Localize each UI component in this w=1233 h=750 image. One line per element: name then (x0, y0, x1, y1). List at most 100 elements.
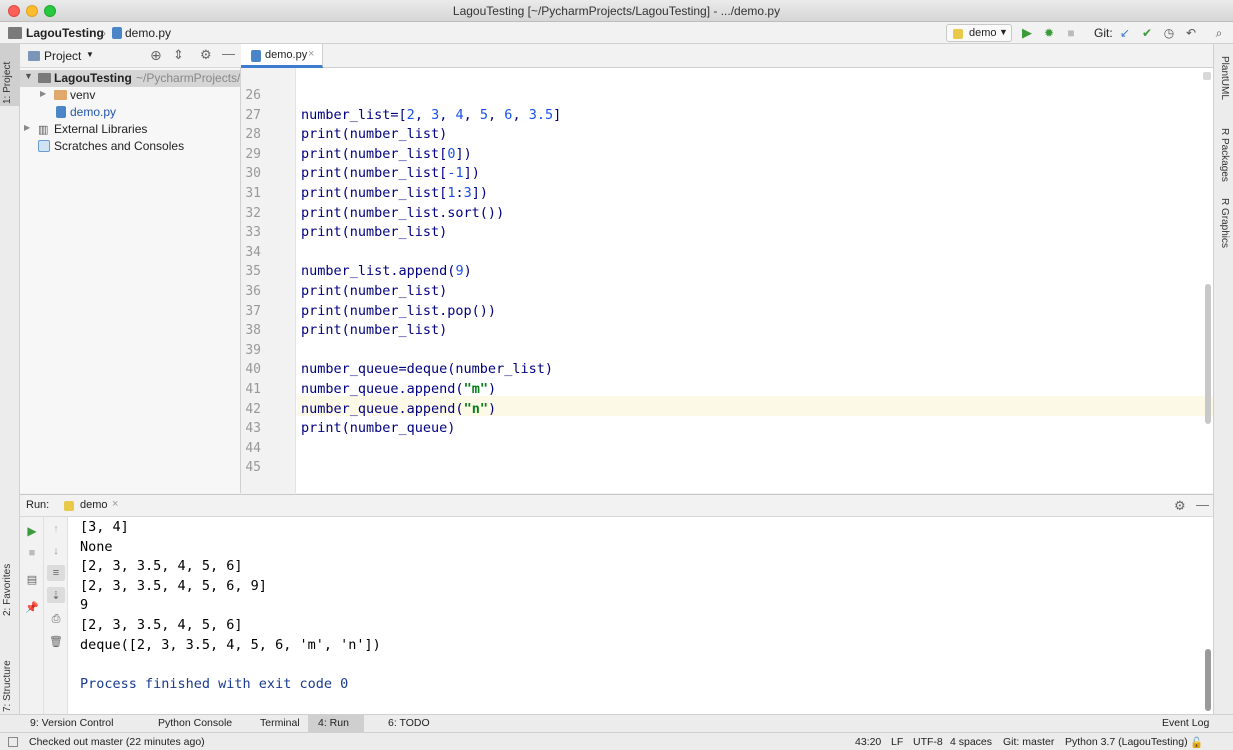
line-separator[interactable]: LF (891, 736, 903, 748)
up-arrow-icon[interactable]: ↑ (47, 521, 65, 537)
line-number: 28 (245, 127, 261, 143)
indent-setting[interactable]: 4 spaces (950, 736, 992, 748)
search-icon[interactable]: ⌕ (1211, 25, 1227, 41)
line-number: 37 (245, 303, 261, 319)
tree-item-venv[interactable]: ▶ venv (20, 87, 241, 104)
gear-icon[interactable]: ⚙ (1174, 498, 1186, 514)
version-control-tab[interactable]: 9: Version Control (30, 717, 113, 729)
chevron-down-icon[interactable]: ▼ (86, 50, 94, 59)
pin-tab-icon[interactable]: 📌 (23, 599, 41, 615)
status-bar: Checked out master (22 minutes ago) 43:2… (0, 732, 1233, 750)
run-panel-label: Run: (26, 499, 50, 511)
line-number: 29 (245, 146, 261, 162)
locate-icon[interactable]: ⊕ (150, 47, 162, 64)
project-view-select[interactable]: Project (44, 49, 81, 63)
terminal-tab[interactable]: Terminal (260, 717, 300, 729)
python-file-icon (56, 106, 66, 118)
git-commit-icon[interactable]: ✔ (1139, 25, 1155, 41)
ide-window: LagouTesting [~/PycharmProjects/LagouTes… (0, 0, 1233, 750)
down-arrow-icon[interactable]: ↓ (47, 543, 65, 559)
code-line: number_queue=deque(number_list) (301, 361, 553, 378)
todo-tab[interactable]: 6: TODO (388, 717, 430, 729)
editor-tab-demo-py[interactable]: demo.py × (241, 44, 323, 68)
right-tool-stripe: PlantUML R Packages R Graphics (1213, 44, 1233, 714)
debug-icon[interactable]: ✹ (1041, 25, 1057, 41)
folder-icon (8, 27, 22, 39)
tree-item-scratches[interactable]: Scratches and Consoles (20, 138, 241, 155)
trash-icon[interactable]: 🗑 (47, 633, 65, 649)
r-packages-tool-tab[interactable]: R Packages (1219, 128, 1230, 182)
git-label: Git: (1094, 26, 1113, 40)
hide-icon[interactable]: — (222, 46, 235, 61)
run-tool-tab[interactable]: 4: Run (308, 715, 364, 732)
run-tab-demo[interactable]: demo × (60, 495, 122, 517)
favorites-tool-tab[interactable]: 2: Favorites (2, 564, 13, 616)
status-message[interactable]: Checked out master (22 minutes ago) (29, 736, 205, 748)
run-icon[interactable]: ▶ (1019, 25, 1035, 41)
code-line: number_list.append(9) (301, 263, 472, 280)
code-line: number_list=[2, 3, 4, 5, 6, 3.5] (301, 106, 562, 123)
tree-item-label: LagouTesting (54, 71, 132, 85)
output-line: Process finished with exit code 0 (80, 675, 349, 692)
project-tool-tab-label: 1: Project (2, 61, 13, 104)
code-line: print(number_list) (301, 224, 448, 241)
python-config-icon (953, 29, 963, 39)
run-config-select[interactable]: demo ▼ (946, 24, 1012, 42)
tree-item-external-libraries[interactable]: ▶ ▥ External Libraries (20, 121, 241, 138)
caret-position[interactable]: 43:20 (855, 736, 881, 748)
python-interpreter[interactable]: Python 3.7 (LagouTesting) (1065, 736, 1188, 748)
python-console-tab[interactable]: Python Console (158, 717, 232, 729)
breadcrumb-file[interactable]: demo.py (125, 26, 171, 40)
stop-icon[interactable]: ■ (23, 545, 41, 561)
window-title: LagouTesting [~/PycharmProjects/LagouTes… (452, 4, 781, 18)
git-update-icon[interactable]: ↙ (1117, 25, 1133, 41)
plantuml-tool-tab[interactable]: PlantUML (1219, 56, 1230, 100)
hide-icon[interactable]: — (1196, 497, 1209, 512)
line-number: 39 (245, 342, 261, 358)
output-line: [2, 3, 3.5, 4, 5, 6] (80, 617, 243, 633)
tree-item-label: venv (70, 88, 96, 102)
collapse-all-icon[interactable]: ⇕ (173, 47, 184, 63)
collapsed-arrow-icon[interactable]: ▶ (40, 89, 46, 98)
lock-icon[interactable]: 🔓 (1190, 736, 1203, 749)
file-encoding[interactable]: UTF-8 (913, 736, 943, 748)
close-tab-icon[interactable]: × (308, 48, 314, 60)
breadcrumb-project[interactable]: LagouTesting (26, 26, 104, 40)
print-icon[interactable]: ⎙ (47, 611, 65, 627)
structure-tool-tab[interactable]: 7: Structure (2, 660, 13, 712)
line-number: 40 (245, 362, 261, 378)
rollback-icon[interactable]: ↶ (1183, 25, 1199, 41)
rerun-icon[interactable]: ▶ (23, 523, 41, 539)
code-editor[interactable]: demo.py × 26 27 28 29 30 31 32 33 34 35 36 37 38 39 40… (241, 44, 1213, 493)
history-icon[interactable]: ◷ (1161, 25, 1177, 41)
line-number: 35 (245, 264, 261, 280)
restore-layout-icon[interactable]: ▤ (23, 571, 41, 587)
inspection-status-icon[interactable] (1203, 72, 1211, 80)
line-number: 32 (245, 205, 261, 221)
expanded-arrow-icon[interactable]: ▼ (24, 71, 33, 81)
line-number: 36 (245, 284, 261, 299)
soft-wrap-icon[interactable]: ≡ (47, 565, 65, 581)
code-line: print(number_queue) (301, 420, 456, 437)
line-number: 26 (245, 88, 261, 103)
git-branch[interactable]: Git: master (1003, 736, 1054, 748)
close-tab-icon[interactable]: × (112, 498, 118, 510)
output-scrollbar[interactable] (1205, 649, 1211, 711)
stop-icon[interactable]: ■ (1063, 25, 1079, 41)
event-log-tab[interactable]: Event Log (1162, 717, 1209, 729)
line-number: 27 (245, 107, 261, 123)
tree-item-demo-py[interactable]: demo.py (20, 104, 241, 121)
collapsed-arrow-icon[interactable]: ▶ (24, 123, 30, 132)
line-number: 43 (245, 421, 261, 437)
tree-item-project-root[interactable]: ▼ LagouTesting ~/PycharmProjects/L (20, 70, 241, 87)
r-graphics-tool-tab[interactable]: R Graphics (1219, 198, 1230, 248)
run-tool-tab-label: 4: Run (318, 717, 349, 729)
code-line: print(number_list[1:3]) (301, 185, 488, 201)
editor-scrollbar[interactable] (1205, 284, 1211, 424)
run-config-label: demo (969, 27, 997, 39)
gear-icon[interactable]: ⚙ (200, 47, 212, 63)
line-number: 30 (245, 166, 261, 182)
tree-item-label: Scratches and Consoles (54, 139, 185, 153)
toggle-tool-windows-icon[interactable] (8, 737, 18, 747)
scroll-to-end-icon[interactable]: ⇣ (47, 587, 65, 603)
